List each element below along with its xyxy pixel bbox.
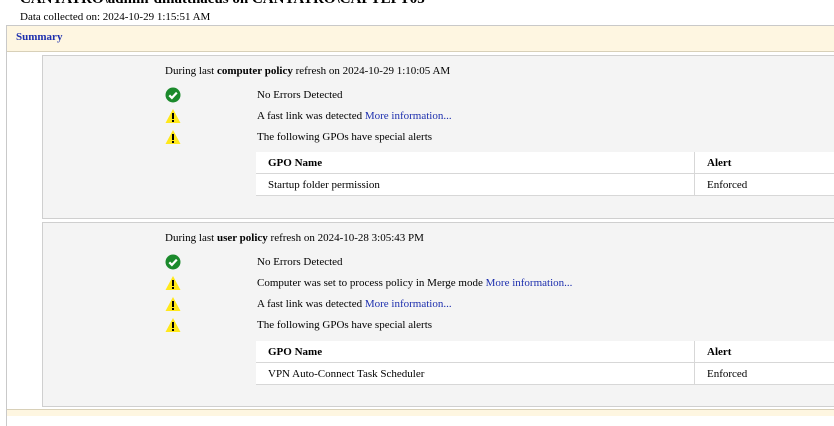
warning-icon — [165, 275, 183, 293]
column-header-gpo-name: GPO Name — [256, 341, 695, 363]
warning-row: Computer was set to process policy in Me… — [165, 275, 834, 293]
heading-suffix: refresh on 2024-10-28 3:05:43 PM — [268, 232, 424, 244]
gpo-name-cell: Startup folder permission — [256, 174, 695, 196]
policy-kind-label: user policy — [217, 232, 268, 244]
warning-message: The following GPOs have special alerts — [257, 319, 432, 331]
status-row: No Errors Detected — [165, 254, 834, 272]
warning-icon — [165, 317, 183, 335]
policy-kind-label: computer policy — [217, 65, 293, 77]
gpo-name-cell: VPN Auto-Connect Task Scheduler — [256, 363, 695, 385]
user-policy-heading: During last user policy refresh on 2024-… — [165, 232, 424, 244]
warning-icon — [165, 296, 183, 314]
warning-message: The following GPOs have special alerts — [257, 131, 432, 143]
warning-text: A fast link was detected More informatio… — [257, 298, 452, 310]
warning-icon — [165, 129, 183, 147]
warning-icon — [165, 108, 183, 126]
column-header-alert: Alert — [695, 152, 834, 174]
status-text: No Errors Detected — [257, 256, 343, 268]
more-information-link[interactable]: More information... — [486, 277, 573, 289]
summary-section-header[interactable]: Summary — [7, 26, 834, 52]
warning-message: Computer was set to process policy in Me… — [257, 277, 486, 289]
check-icon — [165, 254, 183, 272]
check-icon — [165, 87, 183, 105]
warning-row: The following GPOs have special alerts — [165, 129, 834, 147]
warning-text: A fast link was detected More informatio… — [257, 110, 452, 122]
status-row: No Errors Detected — [165, 87, 834, 105]
table-row: Startup folder permission Enforced — [256, 174, 834, 196]
column-header-alert: Alert — [695, 341, 834, 363]
warning-row: A fast link was detected More informatio… — [165, 108, 834, 126]
table-row: VPN Auto-Connect Task Scheduler Enforced — [256, 363, 834, 385]
heading-prefix: During last — [165, 232, 217, 244]
data-collected-timestamp: Data collected on: 2024-10-29 1:15:51 AM — [20, 11, 210, 23]
warning-message: A fast link was detected — [257, 298, 365, 310]
warning-text: Computer was set to process policy in Me… — [257, 277, 572, 289]
computer-policy-heading: During last computer policy refresh on 2… — [165, 65, 450, 77]
table-header-row: GPO Name Alert — [256, 152, 834, 174]
warning-message: A fast link was detected — [257, 110, 365, 122]
warning-row: A fast link was detected More informatio… — [165, 296, 834, 314]
alert-cell: Enforced — [695, 174, 834, 196]
more-information-link[interactable]: More information... — [365, 298, 452, 310]
status-text: No Errors Detected — [257, 89, 343, 101]
summary-toggle-link[interactable]: Summary — [16, 31, 62, 43]
heading-suffix: refresh on 2024-10-29 1:10:05 AM — [293, 65, 450, 77]
user-policy-panel: During last user policy refresh on 2024-… — [42, 222, 834, 407]
table-header-row: GPO Name Alert — [256, 341, 834, 363]
heading-prefix: During last — [165, 65, 217, 77]
page-title: CANTATRO\admin-dmatthaeus on CANTATRO\CA… — [20, 0, 425, 8]
gpo-alerts-table: GPO Name Alert Startup folder permission… — [256, 152, 834, 196]
warning-row: The following GPOs have special alerts — [165, 317, 834, 335]
column-header-gpo-name: GPO Name — [256, 152, 695, 174]
alert-cell: Enforced — [695, 363, 834, 385]
computer-policy-panel: During last computer policy refresh on 2… — [42, 55, 834, 219]
more-information-link[interactable]: More information... — [365, 110, 452, 122]
gpo-alerts-table: GPO Name Alert VPN Auto-Connect Task Sch… — [256, 341, 834, 385]
